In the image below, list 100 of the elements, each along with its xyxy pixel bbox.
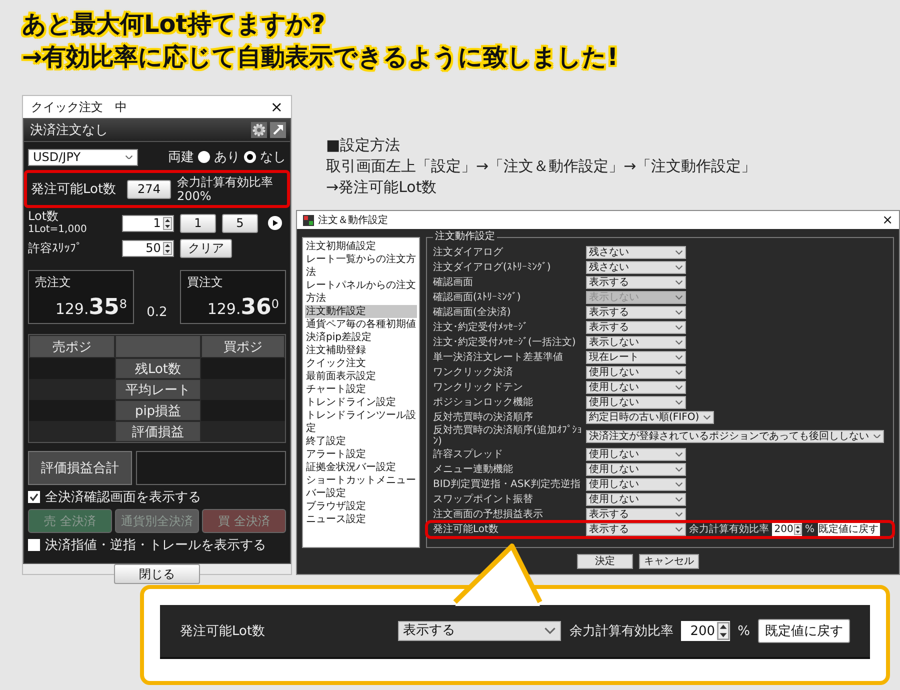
setting-label: 発注可能Lot数 bbox=[433, 524, 500, 535]
dialog-button[interactable]: キャンセル bbox=[639, 554, 699, 568]
menu-item[interactable]: 通貨ペア毎の各種初期値 bbox=[305, 318, 417, 331]
chevron-icon bbox=[675, 497, 683, 502]
menu-item[interactable]: クイック注文 bbox=[305, 357, 417, 370]
currency-select[interactable]: USD/JPY bbox=[28, 148, 138, 166]
menu-item[interactable]: 決済pip差設定 bbox=[305, 331, 417, 344]
dropdown[interactable]: 使用しない bbox=[586, 493, 686, 506]
column-header: 買ポジ bbox=[201, 335, 285, 358]
chevron-icon bbox=[675, 265, 683, 270]
chevron-icon bbox=[675, 527, 683, 532]
price-panel[interactable]: 売注文 129.35$^{8}$ bbox=[28, 270, 134, 324]
window-title: 注文＆動作設定 bbox=[318, 214, 388, 227]
menu-item[interactable]: 証拠金状況バー設定 bbox=[305, 461, 417, 474]
setting-label: スワップポイント振替 bbox=[433, 494, 534, 505]
radio-label: なし bbox=[260, 149, 286, 166]
ratio-label: 余力計算有効比率 bbox=[177, 175, 273, 189]
dialog-button[interactable]: 決定 bbox=[577, 554, 633, 568]
lot-field[interactable]: 1 bbox=[122, 214, 174, 232]
spinner-arrows-icon[interactable] bbox=[794, 524, 802, 535]
menu-item[interactable]: 注文初期値設定 bbox=[305, 240, 417, 253]
chevron-icon bbox=[703, 415, 712, 420]
dropdown[interactable]: 使用しない bbox=[586, 478, 686, 491]
dropdown[interactable]: 使用しない bbox=[586, 366, 686, 379]
clear-button[interactable]: クリア bbox=[180, 238, 232, 258]
dropdown[interactable]: 表示する bbox=[586, 508, 686, 521]
setting-label: 発注可能Lot数 bbox=[180, 623, 266, 640]
setting-label: 確認画面(ｽﾄﾘｰﾐﾝｸﾞ) bbox=[433, 292, 522, 303]
close-button[interactable]: × bbox=[270, 98, 283, 116]
column-header: 売ポジ bbox=[29, 335, 115, 358]
radio-button[interactable] bbox=[244, 151, 256, 163]
unit-note: 1Lot=1,000 bbox=[28, 223, 88, 236]
reset-button[interactable]: 既定値に戻す bbox=[818, 523, 880, 536]
field-label: 許容ｽﾘｯﾌﾟ bbox=[28, 240, 83, 256]
spinner-arrows-icon[interactable] bbox=[162, 216, 172, 230]
panel-title: 決済注文なし bbox=[30, 122, 108, 139]
menu-item[interactable]: レートパネルからの注文方法 bbox=[305, 279, 417, 305]
menu-item[interactable]: 注文補助登録 bbox=[305, 344, 417, 357]
instruction-text: 取引画面左上「設定」→「注文＆動作設定」→「注文動作設定」 bbox=[326, 156, 758, 177]
preset-button[interactable]: 1 bbox=[180, 214, 216, 232]
reset-button[interactable]: 既定値に戻す bbox=[758, 619, 850, 643]
chevron-icon bbox=[675, 340, 683, 345]
menu-item[interactable]: レート一覧からの注文方法 bbox=[305, 253, 417, 279]
dropdown[interactable]: 表示する bbox=[586, 306, 686, 319]
menu-item[interactable]: 終了設定 bbox=[305, 435, 417, 448]
row-header: 残Lot数 bbox=[115, 358, 201, 379]
price-panel[interactable]: 買注文 129.36$^{0}$ bbox=[180, 270, 286, 324]
price-label: 買注文 bbox=[187, 274, 223, 291]
menu-item[interactable]: トレンドラインツール設定 bbox=[305, 409, 417, 435]
chevron-icon bbox=[675, 512, 683, 517]
field-label: 発注可能Lot数 bbox=[31, 181, 118, 198]
menu-item[interactable]: 注文動作設定 bbox=[305, 305, 417, 318]
checkbox[interactable] bbox=[28, 539, 40, 551]
setting-label: 許容スプレッド bbox=[433, 449, 504, 460]
radio-button[interactable] bbox=[198, 151, 210, 163]
instruction-text: ■設定方法 bbox=[326, 135, 402, 156]
setting-label: 確認画面(全決済) bbox=[433, 307, 512, 318]
menu-item[interactable]: ショートカットメニューバー設定 bbox=[305, 474, 417, 500]
dropdown[interactable]: 決済注文が登録されているポジションであっても後回ししない bbox=[586, 430, 884, 442]
setting-label: 確認画面 bbox=[433, 277, 474, 288]
play-icon[interactable] bbox=[268, 216, 282, 230]
dropdown[interactable]: 使用しない bbox=[586, 381, 686, 394]
dropdown[interactable]: 残さない bbox=[586, 246, 686, 259]
percent-sign: % bbox=[805, 524, 815, 535]
dropdown[interactable]: 使用しない bbox=[586, 396, 686, 409]
menu-item[interactable]: ブラウザ設定 bbox=[305, 500, 417, 513]
dropdown[interactable]: 使用しない bbox=[586, 463, 686, 476]
ratio-field[interactable]: 200 bbox=[772, 523, 802, 536]
dropdown[interactable]: 表示する bbox=[586, 276, 686, 289]
dropdown[interactable]: 現在レート bbox=[586, 351, 686, 364]
slippage-field[interactable]: 50 bbox=[122, 240, 174, 256]
dropdown[interactable]: 約定日時の古い順(FIFO) bbox=[586, 411, 714, 424]
dropdown[interactable]: 表示する bbox=[398, 621, 562, 641]
dropdown[interactable]: 表示する bbox=[586, 523, 686, 536]
menu-item[interactable]: チャート設定 bbox=[305, 383, 417, 396]
close-button[interactable]: 閉じる bbox=[114, 564, 200, 584]
spinner-arrows-icon[interactable] bbox=[717, 622, 730, 640]
menu-item[interactable]: 最前面表示設定 bbox=[305, 370, 417, 383]
preset-button[interactable]: 5 bbox=[222, 214, 258, 232]
chevron-icon bbox=[675, 280, 683, 285]
gear-icon[interactable] bbox=[251, 122, 267, 138]
row-header: pip損益 bbox=[115, 400, 201, 421]
dropdown[interactable]: 表示する bbox=[586, 321, 686, 334]
dropdown[interactable]: 表示しない bbox=[586, 336, 686, 349]
window-title: クイック注文 中 bbox=[31, 98, 127, 116]
hedge-label: 両建 bbox=[168, 149, 194, 166]
headline: →有効比率に応じて自動表示できるように致しました! bbox=[22, 42, 620, 73]
ratio-label: 余力計算有効比率 bbox=[689, 524, 769, 535]
total-pl-button[interactable]: 評価損益合計 bbox=[28, 451, 132, 485]
spinner-arrows-icon[interactable] bbox=[162, 242, 172, 254]
chevron-icon bbox=[675, 482, 683, 487]
checkbox[interactable] bbox=[28, 491, 40, 503]
lot-count-button[interactable]: 274 bbox=[127, 180, 171, 198]
ratio-field[interactable]: 200 bbox=[681, 621, 730, 641]
dropdown[interactable]: 残さない bbox=[586, 261, 686, 274]
dropdown[interactable]: 使用しない bbox=[586, 448, 686, 461]
menu-item[interactable]: アラート設定 bbox=[305, 448, 417, 461]
menu-item[interactable]: トレンドライン設定 bbox=[305, 396, 417, 409]
menu-item[interactable]: ニュース設定 bbox=[305, 513, 417, 526]
close-button[interactable]: × bbox=[882, 212, 893, 228]
